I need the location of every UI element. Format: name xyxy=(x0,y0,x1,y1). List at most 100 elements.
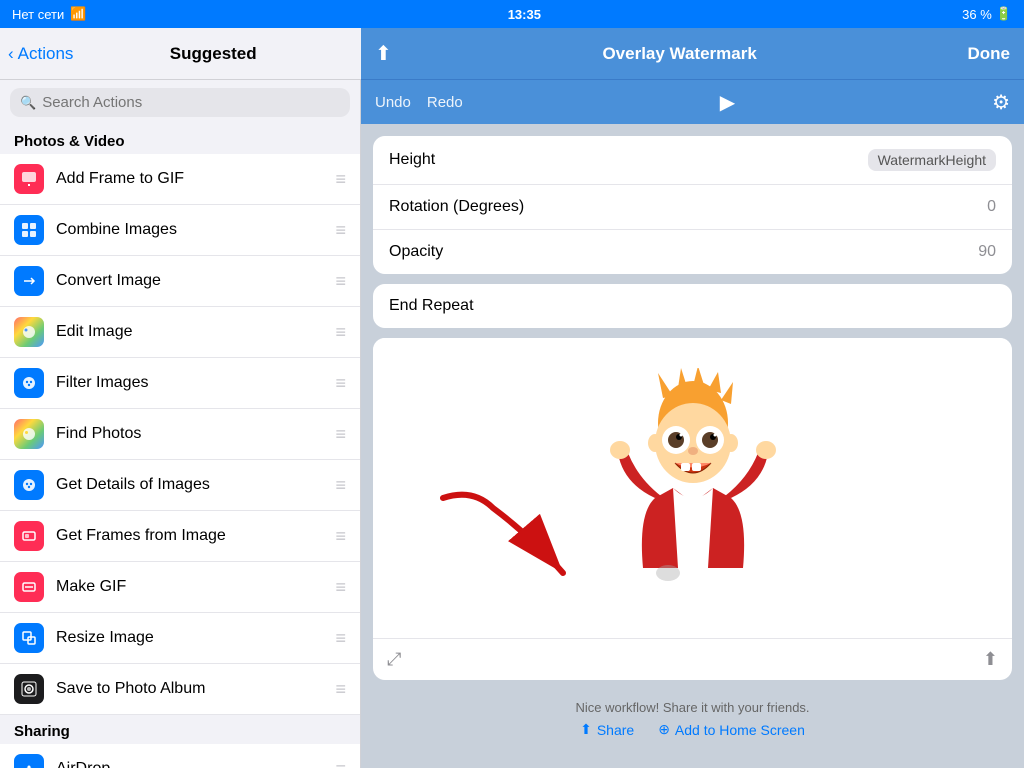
fry-illustration xyxy=(593,368,793,608)
settings-icon[interactable]: ⚙ xyxy=(992,90,1010,115)
wifi-icon: 📶 xyxy=(70,6,86,22)
drag-handle: ≡ xyxy=(335,169,346,190)
drag-handle: ≡ xyxy=(335,220,346,241)
get-details-icon xyxy=(14,470,44,500)
get-details-label: Get Details of Images xyxy=(56,476,210,494)
status-bar: Нет сети 📶 13:35 36 % 🔋 xyxy=(0,0,1024,28)
drag-handle: ≡ xyxy=(335,628,346,649)
make-gif-label: Make GIF xyxy=(56,578,126,596)
rotation-label: Rotation (Degrees) xyxy=(389,198,987,216)
red-arrow xyxy=(413,478,613,598)
add-home-icon: ⊕ xyxy=(658,721,670,738)
rotation-row: Rotation (Degrees) 0 xyxy=(373,185,1012,230)
done-button[interactable]: Done xyxy=(968,44,1011,64)
list-item-convert-image[interactable]: Convert Image ≡ xyxy=(0,256,360,307)
redo-button[interactable]: Redo xyxy=(427,94,463,111)
edit-image-label: Edit Image xyxy=(56,323,132,341)
nav-left: ‹ Actions Suggested xyxy=(0,28,361,80)
sidebar: 🔍 Photos & Video Add Frame to GI xyxy=(0,80,361,768)
convert-image-icon xyxy=(14,266,44,296)
share-label: Share xyxy=(597,722,634,738)
toolbar-play: ▶ xyxy=(479,90,976,115)
end-repeat-label: End Repeat xyxy=(389,297,474,314)
list-item-get-details[interactable]: Get Details of Images ≡ xyxy=(0,460,360,511)
list-item-save-photo[interactable]: Save to Photo Album ≡ xyxy=(0,664,360,715)
drag-handle: ≡ xyxy=(335,475,346,496)
play-button[interactable]: ▶ xyxy=(720,90,735,115)
add-home-button[interactable]: ⊕ Add to Home Screen xyxy=(658,721,805,738)
share-actions: ⬆ Share ⊕ Add to Home Screen xyxy=(383,721,1002,738)
drag-handle: ≡ xyxy=(335,424,346,445)
back-label: Actions xyxy=(18,44,74,64)
right-panel: Undo Redo ▶ ⚙ Height WatermarkHeight Rot… xyxy=(361,80,1024,768)
opacity-label: Opacity xyxy=(389,243,978,261)
find-photos-label: Find Photos xyxy=(56,425,141,443)
save-photo-label: Save to Photo Album xyxy=(56,680,205,698)
airdrop-label: AirDrop xyxy=(56,760,110,768)
resize-image-icon xyxy=(14,623,44,653)
content-area: 🔍 Photos & Video Add Frame to GI xyxy=(0,80,1024,768)
battery-label: 36 % xyxy=(962,7,992,22)
height-label: Height xyxy=(389,151,868,169)
search-input-wrap[interactable]: 🔍 xyxy=(10,88,350,117)
find-photos-icon xyxy=(14,419,44,449)
list-item-resize-image[interactable]: Resize Image ≡ xyxy=(0,613,360,664)
nav-right-title: Overlay Watermark xyxy=(392,44,968,64)
toolbar: Undo Redo ▶ ⚙ xyxy=(361,80,1024,124)
undo-button[interactable]: Undo xyxy=(375,94,411,111)
drag-handle: ≡ xyxy=(335,679,346,700)
list-item-airdrop[interactable]: AirDrop ≡ xyxy=(0,744,360,768)
drag-handle: ≡ xyxy=(335,759,346,768)
end-repeat-card: End Repeat xyxy=(373,284,1012,328)
back-button[interactable]: ‹ Actions xyxy=(8,44,73,64)
preview-share-button[interactable]: ⬆ xyxy=(983,649,998,670)
status-time: 13:35 xyxy=(508,7,541,22)
nav-left-title: Suggested xyxy=(73,44,353,64)
drag-handle: ≡ xyxy=(335,526,346,547)
status-right: 36 % 🔋 xyxy=(962,6,1012,22)
back-chevron-icon: ‹ xyxy=(8,44,14,64)
list-item-make-gif[interactable]: Make GIF ≡ xyxy=(0,562,360,613)
opacity-row: Opacity 90 xyxy=(373,230,1012,274)
preview-bottom: ⤢ ⬆ xyxy=(373,638,1012,680)
search-input[interactable] xyxy=(42,94,340,111)
search-icon: 🔍 xyxy=(20,95,36,111)
filter-images-label: Filter Images xyxy=(56,374,148,392)
rotation-value: 0 xyxy=(987,198,996,216)
filter-images-icon xyxy=(14,368,44,398)
nav-area: ‹ Actions Suggested ⬆ Overlay Watermark … xyxy=(0,28,1024,80)
status-left: Нет сети 📶 xyxy=(12,6,86,22)
share-button[interactable]: ⬆ Share xyxy=(580,721,634,738)
drag-handle: ≡ xyxy=(335,322,346,343)
list-item-find-photos[interactable]: Find Photos ≡ xyxy=(0,409,360,460)
share-icon[interactable]: ⬆ xyxy=(375,41,392,66)
section-photos-video: Photos & Video xyxy=(0,125,360,154)
combine-images-icon xyxy=(14,215,44,245)
list-item-get-frames[interactable]: Get Frames from Image ≡ xyxy=(0,511,360,562)
preview-image-area xyxy=(373,338,1012,638)
drag-handle: ≡ xyxy=(335,271,346,292)
watermark-height-badge[interactable]: WatermarkHeight xyxy=(868,149,996,171)
edit-image-icon xyxy=(14,317,44,347)
expand-button[interactable]: ⤢ xyxy=(387,649,401,670)
share-btn-icon: ⬆ xyxy=(580,721,592,738)
add-frame-gif-label: Add Frame to GIF xyxy=(56,170,184,188)
airdrop-icon xyxy=(14,754,44,768)
list-item-add-frame-gif[interactable]: Add Frame to GIF ≡ xyxy=(0,154,360,205)
search-bar: 🔍 xyxy=(0,80,360,125)
list-item-filter-images[interactable]: Filter Images ≡ xyxy=(0,358,360,409)
add-frame-gif-icon xyxy=(14,164,44,194)
opacity-value: 90 xyxy=(978,243,996,261)
drag-handle: ≡ xyxy=(335,373,346,394)
nav-left-inner: ‹ Actions Suggested xyxy=(0,44,361,64)
battery-icon: 🔋 xyxy=(996,6,1012,22)
drag-handle: ≡ xyxy=(335,577,346,598)
list-item-combine-images[interactable]: Combine Images ≡ xyxy=(0,205,360,256)
list-item-edit-image[interactable]: Edit Image ≡ xyxy=(0,307,360,358)
get-frames-icon xyxy=(14,521,44,551)
save-photo-icon xyxy=(14,674,44,704)
share-text: Nice workflow! Share it with your friend… xyxy=(383,700,1002,715)
section-sharing: Sharing xyxy=(0,715,360,744)
combine-images-label: Combine Images xyxy=(56,221,177,239)
make-gif-icon xyxy=(14,572,44,602)
